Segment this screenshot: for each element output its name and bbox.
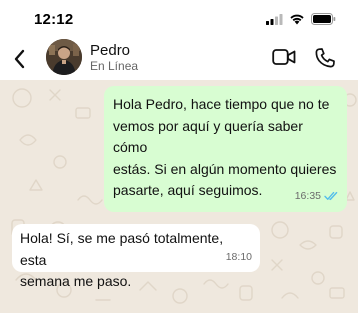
message-text: Hola Pedro, hace tiempo que no te vemos … <box>113 96 337 241</box>
battery-icon <box>311 13 336 25</box>
outgoing-message-bubble[interactable]: Hola Pedro, hace tiempo que no te vemos … <box>104 86 347 241</box>
avatar[interactable] <box>46 39 82 75</box>
double-check-icon <box>324 192 338 201</box>
contact-status: En Línea <box>90 59 139 73</box>
video-camera-icon[interactable] <box>272 48 296 66</box>
message-meta: 18:10 <box>226 247 252 269</box>
chat-header: Pedro En Línea <box>0 38 358 80</box>
phone-icon[interactable] <box>314 47 336 69</box>
avatar-photo <box>46 39 82 75</box>
contact-name[interactable]: Pedro <box>90 42 130 59</box>
wifi-icon <box>290 14 304 25</box>
message-text: Hola! Sí, se me pasó totalmente, esta se… <box>20 230 224 289</box>
chat-area[interactable]: Hola Pedro, hace tiempo que no te vemos … <box>0 80 358 313</box>
chevron-left-icon[interactable] <box>10 47 30 71</box>
status-time: 12:12 <box>34 11 74 28</box>
incoming-message-bubble[interactable]: Hola! Sí, se me pasó totalmente, esta se… <box>12 224 260 289</box>
message-time: 16:35 <box>294 189 321 202</box>
cellular-signal-icon <box>266 14 283 25</box>
message-meta: 16:35 <box>295 186 339 208</box>
message-time: 18:10 <box>225 250 252 263</box>
status-bar: 12:12 <box>0 0 358 38</box>
status-icons <box>266 13 336 25</box>
